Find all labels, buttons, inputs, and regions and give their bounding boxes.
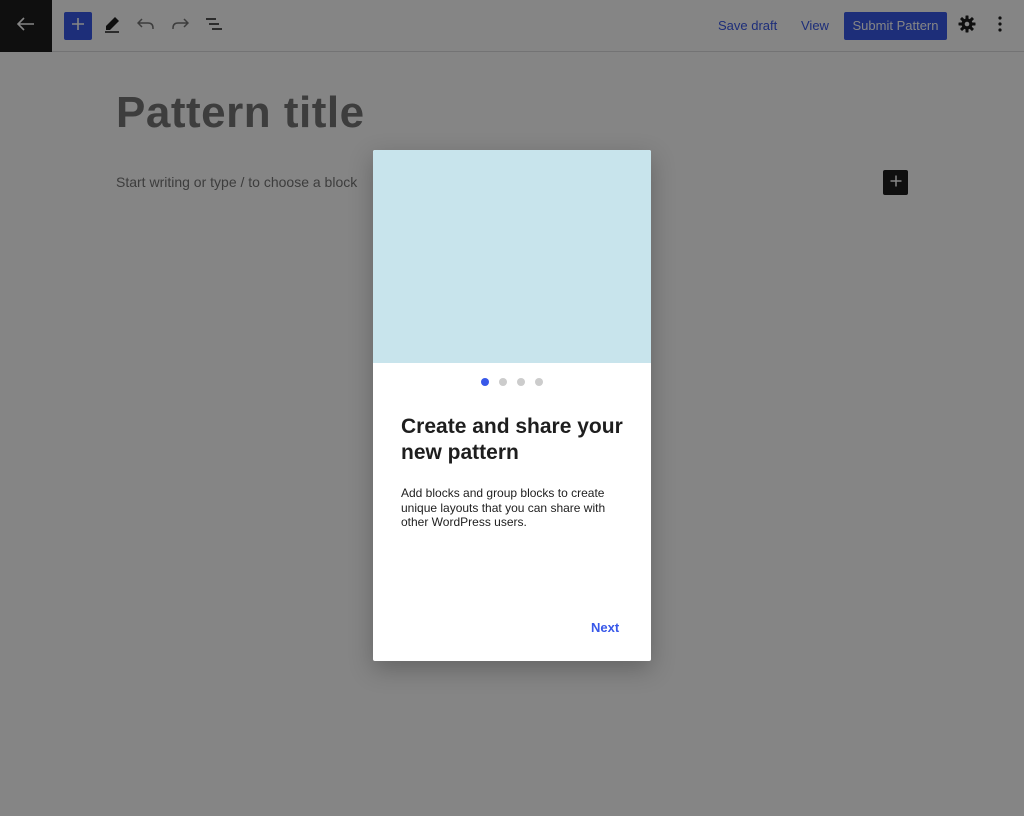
guide-text: Add blocks and group blocks to create un… — [401, 486, 606, 529]
welcome-guide-modal: Create and share your new pattern Add bl… — [373, 150, 651, 661]
editor-app: Save draft View Submit Pattern Pattern t… — [0, 0, 1024, 816]
page-indicator-1[interactable] — [481, 378, 489, 386]
page-indicator-2[interactable] — [499, 378, 507, 386]
page-indicator-4[interactable] — [535, 378, 543, 386]
guide-heading: Create and share your new pattern — [401, 415, 623, 464]
next-button[interactable]: Next — [587, 618, 623, 637]
page-indicator-3[interactable] — [517, 378, 525, 386]
guide-illustration — [373, 150, 651, 363]
